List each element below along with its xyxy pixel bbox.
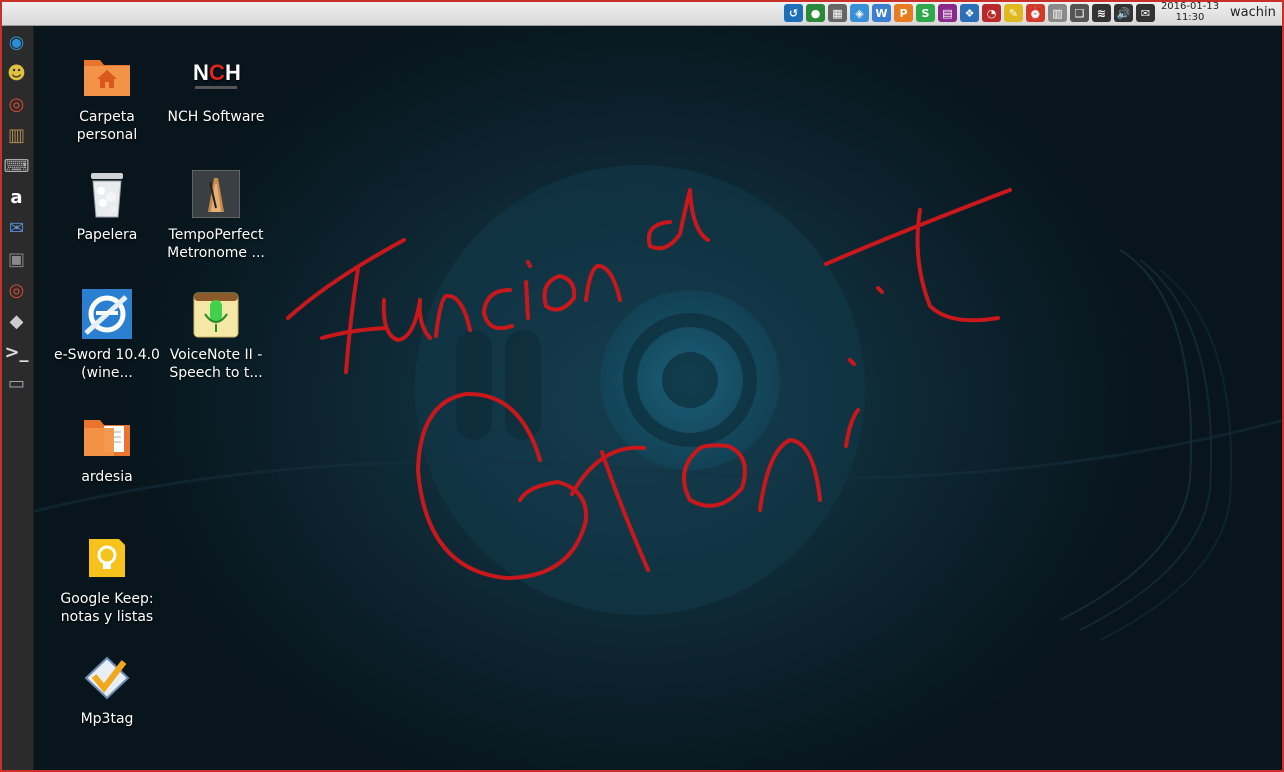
launcher-item-email-icon[interactable]: ✉ xyxy=(3,214,31,242)
launcher-item-chrome-icon[interactable]: ◎ xyxy=(3,276,31,304)
launcher-item-scanner-icon[interactable]: ▣ xyxy=(3,245,31,273)
book-reader-icon: ▥ xyxy=(7,124,25,146)
desktop-icon-google-keep[interactable]: Google Keep: notas y listas xyxy=(52,532,162,626)
launcher-item-amazon-icon[interactable]: a xyxy=(3,183,31,211)
desktop-icon-carpeta-personal[interactable]: Carpeta personal xyxy=(52,50,162,144)
desktop-icon-label: NCH Software xyxy=(167,109,265,125)
volume-icon[interactable]: 🔊 xyxy=(1114,4,1133,22)
email-icon: ✉ xyxy=(8,217,25,239)
top-panel: ↺ ● ▦ ◈ W P S ▤ ❖ ◔ ✎ ⏰ ▥ ❑ ≋ 🔊 ✉ 2016-01-13 11:30 wachi… xyxy=(0,0,1284,26)
e-sword-icon xyxy=(81,288,133,340)
desktop-icon-label: ardesia xyxy=(81,469,133,485)
mp3tag-icon xyxy=(81,652,133,704)
inkscape-icon: ◆ xyxy=(9,310,24,332)
launcher-item-terminal-icon[interactable]: >_ xyxy=(3,338,31,366)
launcher-item-keyboard-icon[interactable]: ⌨ xyxy=(3,152,31,180)
dropbox-icon[interactable]: ❖ xyxy=(960,4,979,22)
desktop-icon-papelera[interactable]: Papelera xyxy=(52,168,162,244)
wps-spreadsheet-icon[interactable]: S xyxy=(916,4,935,22)
chrome-icon: ◎ xyxy=(8,279,25,301)
book-icon[interactable]: ❑ xyxy=(1070,4,1089,22)
desktop-icon-mp3tag[interactable]: Mp3tag xyxy=(52,652,162,728)
wifi-icon[interactable]: ≋ xyxy=(1092,4,1111,22)
tux-icon: ☻ xyxy=(7,62,26,84)
keep-bulb-icon xyxy=(81,532,133,584)
ubuntu-studio-icon: ◉ xyxy=(8,31,25,53)
desktop-icon-label: VoiceNote II - Speech to t... xyxy=(169,347,263,381)
microphone-icon xyxy=(190,288,242,340)
desktop-icon-label: Google Keep: notas y listas xyxy=(60,591,154,625)
keyboard-icon: ⌨ xyxy=(3,155,30,177)
svg-text:H: H xyxy=(225,60,241,85)
clock-time: 11:30 xyxy=(1175,12,1205,23)
nch-logo-icon: N C H xyxy=(190,50,242,102)
mail-icon[interactable]: ✉ xyxy=(1136,4,1155,22)
alarm-clock-icon[interactable]: ⏰ xyxy=(1026,4,1045,22)
mpx-meter-icon[interactable]: ◔ xyxy=(982,4,1001,22)
desktop-icon-nch-software[interactable]: N C H NCH Software xyxy=(161,50,271,126)
teamviewer-icon[interactable]: ↺ xyxy=(784,4,803,22)
folder-icon xyxy=(81,410,133,462)
desktop-icon-ardesia[interactable]: ardesia xyxy=(52,410,162,486)
trash-icon xyxy=(81,168,133,220)
clipboard-icon[interactable]: ▥ xyxy=(1048,4,1067,22)
screen-recorder-icon[interactable]: ▤ xyxy=(938,4,957,22)
desktop-icon-label: Mp3tag xyxy=(80,711,134,727)
user-menu[interactable]: wachin xyxy=(1230,5,1276,20)
svg-text:N: N xyxy=(193,60,209,85)
terminal-icon: >_ xyxy=(4,341,29,363)
desktop-icon-label: e-Sword 10.4.0 (wine... xyxy=(54,347,160,381)
launcher-item-inkscape-icon[interactable]: ◆ xyxy=(3,307,31,335)
wps-writer-icon[interactable]: W xyxy=(872,4,891,22)
clock[interactable]: 2016-01-13 11:30 xyxy=(1155,1,1225,23)
launcher-item-book-reader-icon[interactable]: ▥ xyxy=(3,121,31,149)
notes-icon[interactable]: ✎ xyxy=(1004,4,1023,22)
desktop-icon-label: TempoPerfect Metronome ... xyxy=(167,227,265,261)
clock-date: 2016-01-13 xyxy=(1160,1,1220,12)
desktop-icon-tempoperfect[interactable]: TempoPerfect Metronome ... xyxy=(161,168,271,262)
globe-icon[interactable]: ● xyxy=(806,4,825,22)
desktop-icon-label: Papelera xyxy=(76,227,138,243)
amazon-icon: a xyxy=(10,186,23,208)
window-icon: ▭ xyxy=(7,372,25,394)
remote-icon[interactable]: ◈ xyxy=(850,4,869,22)
desktop-icon-e-sword[interactable]: e-Sword 10.4.0 (wine... xyxy=(52,288,162,382)
launcher-item-window-icon[interactable]: ▭ xyxy=(3,369,31,397)
calculator-icon[interactable]: ▦ xyxy=(828,4,847,22)
desktop-icon-label: Carpeta personal xyxy=(76,109,138,143)
metronome-icon xyxy=(190,168,242,220)
svg-text:C: C xyxy=(209,60,225,85)
launcher-item-chrome-icon[interactable]: ◎ xyxy=(3,90,31,118)
wps-presentation-icon[interactable]: P xyxy=(894,4,913,22)
launcher-item-ubuntu-studio-icon[interactable]: ◉ xyxy=(3,28,31,56)
launcher-panel: ◉ ☻ ◎ ▥ ⌨ a ✉ ▣ ◎ ◆ >_ ▭ xyxy=(0,26,34,772)
system-tray: ↺ ● ▦ ◈ W P S ▤ ❖ ◔ ✎ ⏰ ▥ ❑ ≋ 🔊 ✉ xyxy=(784,3,1155,23)
home-folder-icon xyxy=(81,50,133,102)
chrome-icon: ◎ xyxy=(8,93,25,115)
scanner-icon: ▣ xyxy=(7,248,25,270)
desktop-icon-voicenote[interactable]: VoiceNote II - Speech to t... xyxy=(161,288,271,382)
launcher-item-tux-icon[interactable]: ☻ xyxy=(3,59,31,87)
